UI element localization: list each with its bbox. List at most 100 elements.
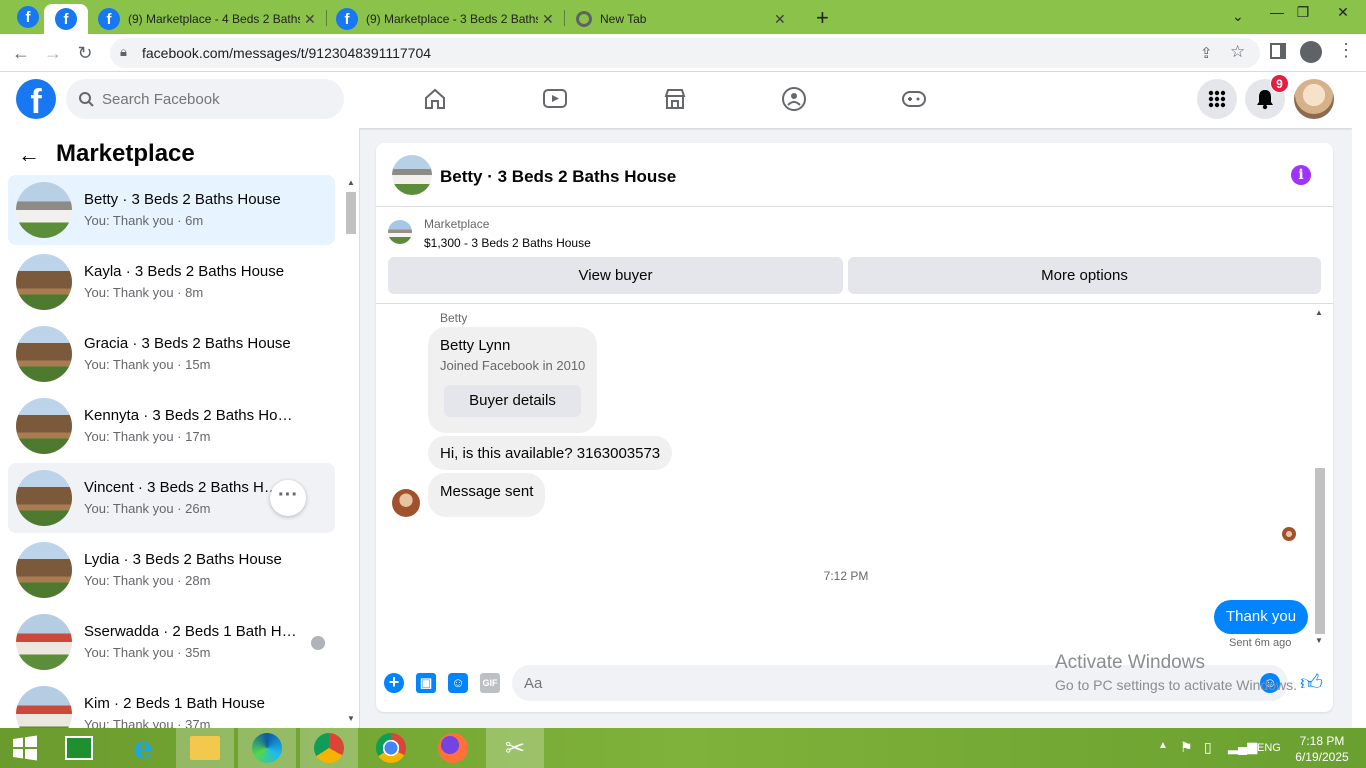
conversation-item-kennyta[interactable]: Kennyta · 3 Beds 2 Baths House You: Than… — [8, 391, 335, 461]
listing-thumbnail — [16, 398, 72, 454]
facebook-header: f 9 — [0, 72, 1352, 128]
tab-new-tab[interactable]: New Tab ✕ — [568, 4, 802, 34]
tab-title: (9) Marketplace - 3 Beds 2 Baths — [366, 12, 538, 26]
address-bar[interactable]: 🔒︎ facebook.com/messages/t/9123048391117… — [110, 38, 1260, 68]
bookmark-star-icon[interactable]: ☆ — [1230, 42, 1245, 62]
conversation-preview: You: Thank you · 17m — [84, 429, 211, 444]
back-arrow-icon[interactable]: ← — [8, 40, 34, 66]
active-facebook-tab[interactable]: f — [44, 4, 88, 34]
facebook-favicon-icon: f — [336, 8, 358, 30]
snipping-tool-icon[interactable]: ✂ — [486, 728, 544, 768]
video-icon[interactable] — [540, 84, 570, 114]
conversation-name: Sserwadda · 2 Beds 1 Bath House — [84, 623, 299, 640]
language-indicator[interactable]: ENG — [1257, 742, 1281, 754]
facebook-logo-icon[interactable]: f — [16, 79, 56, 121]
close-tab-icon[interactable]: ✕ — [774, 11, 786, 28]
pinned-facebook-tab-icon[interactable]: f — [17, 6, 39, 28]
tab-marketplace-4beds[interactable]: f (9) Marketplace - 4 Beds 2 Baths ✕ — [90, 4, 324, 34]
scroll-down-arrow-icon[interactable]: ▼ — [1315, 636, 1323, 645]
side-panel-icon[interactable] — [1270, 43, 1286, 59]
scroll-up-arrow-icon[interactable]: ▲ — [1315, 308, 1323, 317]
listing-title[interactable]: $1,300 - 3 Beds 2 Baths House — [424, 236, 591, 250]
close-window-icon[interactable]: ✕ — [1320, 0, 1366, 34]
listing-thumbnail — [16, 254, 72, 310]
more-options-ellipsis-icon[interactable]: ··· — [270, 480, 306, 516]
reload-icon[interactable]: ↻ — [72, 40, 98, 66]
buyer-details-button[interactable]: Buyer details — [444, 385, 581, 417]
url-text[interactable]: facebook.com/messages/t/9123048391117704 — [142, 45, 431, 61]
tab-title: (9) Marketplace - 4 Beds 2 Baths — [128, 12, 300, 26]
chrome-menu-icon[interactable]: ⋮ — [1337, 40, 1355, 61]
store-icon[interactable] — [50, 728, 108, 768]
internet-explorer-icon[interactable]: e — [114, 728, 172, 768]
incoming-message: Message sent — [428, 473, 546, 517]
menu-grid-icon[interactable] — [1197, 79, 1237, 119]
share-icon[interactable]: ⇪ — [1200, 44, 1213, 62]
conversation-name: Lydia · 3 Beds 2 Baths House — [84, 551, 282, 568]
incoming-message: Hi, is this available? 3163003573 — [428, 436, 673, 470]
gaming-icon[interactable] — [899, 84, 929, 114]
conversation-item-gracia[interactable]: Gracia · 3 Beds 2 Baths House You: Thank… — [8, 319, 335, 389]
add-plus-icon[interactable]: + — [384, 673, 404, 693]
system-clock[interactable]: 7:18 PM 6/19/2025 — [1292, 733, 1352, 765]
conversation-item-betty[interactable]: Betty · 3 Beds 2 Baths House You: Thank … — [8, 175, 335, 245]
show-hidden-icons-icon[interactable]: ▲ — [1158, 740, 1168, 751]
info-icon[interactable]: i — [1291, 165, 1311, 185]
close-tab-icon[interactable]: ✕ — [304, 11, 316, 28]
firefox-icon[interactable] — [424, 728, 482, 768]
tab-search-chevron-icon[interactable]: ⌄ — [1232, 8, 1244, 25]
marketplace-icon[interactable] — [660, 84, 690, 114]
search-box[interactable] — [66, 79, 344, 119]
facebook-favicon-icon: f — [55, 8, 77, 30]
conversation-preview: You: Thank you · 37m — [84, 717, 211, 728]
conversation-item-vincent[interactable]: Vincent · 3 Beds 2 Baths House You: Than… — [8, 463, 335, 533]
conversation-preview: You: Thank you · 26m — [84, 501, 211, 516]
tab-title: New Tab — [600, 12, 647, 26]
scroll-down-arrow-icon[interactable]: ▼ — [347, 714, 355, 723]
conversation-item-lydia[interactable]: Lydia · 3 Beds 2 Baths House You: Thank … — [8, 535, 335, 605]
new-tab-plus-icon[interactable]: + — [816, 5, 829, 31]
network-signal-icon[interactable]: ▂▄▆ — [1228, 739, 1257, 755]
sidebar-scrollbar[interactable]: ▲ ▼ — [344, 178, 358, 726]
gif-icon[interactable]: GIF — [480, 673, 500, 693]
tab-marketplace-3beds[interactable]: f (9) Marketplace - 3 Beds 2 Baths ✕ — [328, 4, 562, 34]
chat-title[interactable]: Betty · 3 Beds 2 Baths House — [440, 167, 676, 187]
scroll-up-arrow-icon[interactable]: ▲ — [347, 178, 355, 187]
sent-status: Sent 6m ago — [1229, 637, 1292, 649]
chat-header: Betty · 3 Beds 2 Baths House i — [376, 143, 1333, 207]
chrome-profile-icon[interactable] — [300, 728, 358, 768]
forward-arrow-icon[interactable]: → — [40, 40, 66, 66]
back-arrow-icon[interactable]: ← — [18, 142, 40, 168]
chat-scrollbar[interactable]: ▲ ▼ — [1313, 308, 1327, 648]
battery-icon[interactable]: ▯ — [1204, 739, 1212, 756]
windows-start-icon[interactable] — [0, 728, 50, 768]
sender-avatar[interactable] — [392, 489, 420, 517]
edge-icon[interactable] — [238, 728, 296, 768]
conversation-item-kayla[interactable]: Kayla · 3 Beds 2 Baths House You: Thank … — [8, 247, 335, 317]
more-options-button[interactable]: More options — [848, 257, 1321, 294]
search-icon — [79, 92, 94, 107]
conversation-item-kim[interactable]: Kim · 2 Beds 1 Bath House You: Thank you… — [8, 679, 335, 728]
chrome-icon[interactable] — [362, 728, 420, 768]
view-buyer-button[interactable]: View buyer — [388, 257, 843, 294]
photo-icon[interactable]: ▣ — [416, 673, 436, 693]
scrollbar-thumb[interactable] — [346, 192, 356, 234]
listing-thumbnail[interactable] — [388, 220, 412, 244]
file-explorer-icon[interactable] — [176, 728, 234, 768]
conversation-item-sserwadda[interactable]: Sserwadda · 2 Beds 1 Bath House You: Tha… — [8, 607, 335, 677]
account-avatar[interactable] — [1294, 79, 1334, 119]
listing-thumbnail[interactable] — [392, 155, 432, 195]
sticker-icon[interactable]: ☺ — [448, 673, 468, 693]
home-icon[interactable] — [420, 84, 450, 114]
lock-icon[interactable]: 🔒︎ — [120, 44, 127, 60]
profile-icon[interactable] — [1300, 41, 1322, 63]
close-tab-icon[interactable]: ✕ — [542, 11, 554, 28]
groups-icon[interactable] — [779, 84, 809, 114]
search-input[interactable] — [102, 90, 322, 108]
scrollbar-thumb[interactable] — [1315, 468, 1325, 634]
clock-time: 7:18 PM — [1299, 734, 1345, 748]
page-scrollbar[interactable] — [1352, 72, 1366, 728]
thumbs-up-icon[interactable]: 👍︎ — [1300, 669, 1323, 696]
marketplace-sidebar: ← Marketplace Betty · 3 Beds 2 Baths Hou… — [0, 128, 360, 728]
action-center-flag-icon[interactable]: ⚑ — [1180, 739, 1193, 756]
